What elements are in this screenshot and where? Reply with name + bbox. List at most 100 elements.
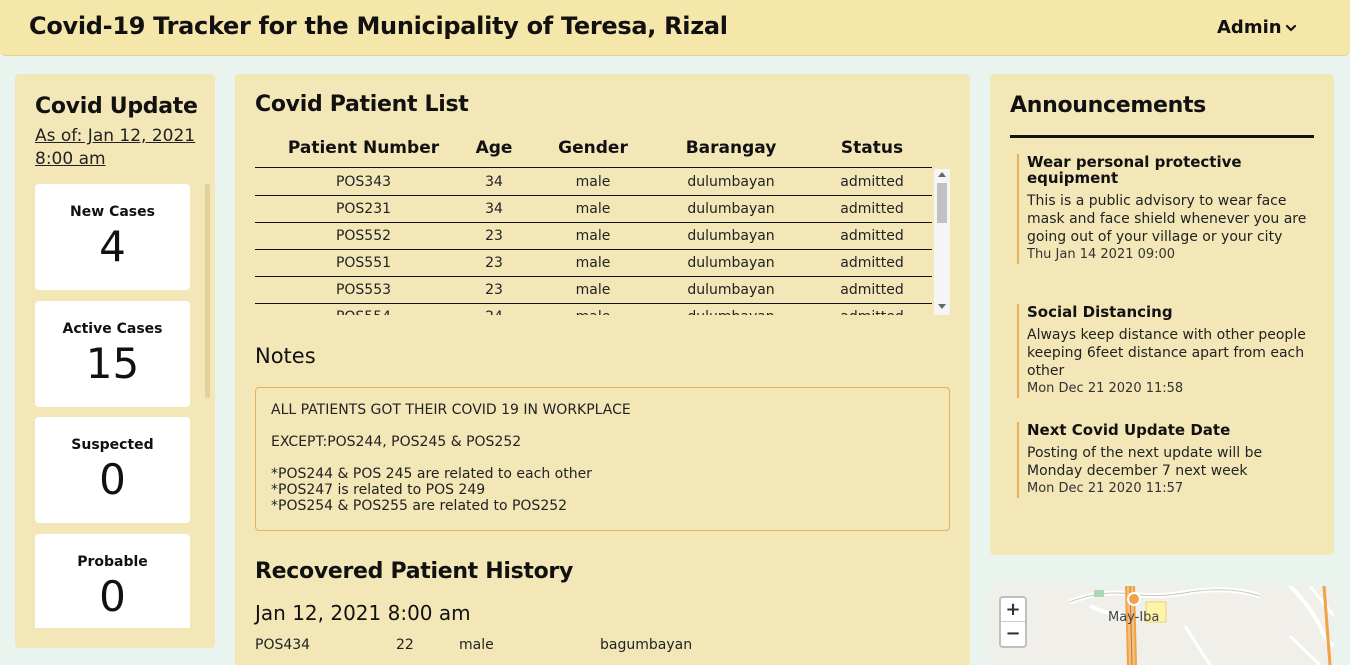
announcement-date: Thu Jan 14 2021 09:00 — [1027, 247, 1176, 262]
recovered-date: Jan 12, 2021 8:00 am — [255, 601, 471, 625]
map-zoom-control: + − — [999, 596, 1027, 648]
stat-card-suspected: Suspected 0 — [35, 417, 190, 523]
announcements-title: Announcements — [1010, 93, 1206, 118]
table-row[interactable]: POS552 23 male dulumbayan admitted — [255, 223, 932, 250]
map-view[interactable]: + − May-Iba — [990, 586, 1334, 665]
table-row[interactable]: POS343 34 male dulumbayan admitted — [255, 169, 932, 196]
main-panel: Covid Patient List Patient Number Age Ge… — [235, 74, 970, 665]
stat-label: Suspected — [71, 437, 154, 453]
map-tiles — [990, 586, 1334, 665]
announcement-title: Next Covid Update Date — [1027, 421, 1231, 439]
notes-line: *POS254 & POS255 are related to POS252 — [271, 498, 568, 514]
table-row[interactable]: POS231 34 male dulumbayan admitted — [255, 196, 932, 223]
zoom-out-button[interactable]: − — [1001, 622, 1025, 646]
stat-card-probable: Probable 0 — [35, 534, 190, 628]
table-cell: admitted — [840, 255, 904, 271]
scrollbar-thumb[interactable] — [937, 183, 947, 223]
table-row[interactable]: POS551 23 male dulumbayan admitted — [255, 250, 932, 277]
chevron-down-icon — [1285, 24, 1296, 31]
patient-table-header: Patient Number Age Gender Barangay Statu… — [255, 138, 932, 168]
table-cell: admitted — [840, 228, 904, 244]
announcement-date: Mon Dec 21 2020 11:57 — [1027, 481, 1184, 496]
table-cell: male — [575, 228, 611, 244]
zoom-in-button[interactable]: + — [1001, 598, 1025, 622]
table-cell: male — [575, 201, 611, 217]
admin-menu-label: Admin — [1217, 17, 1282, 38]
column-header: Barangay — [685, 138, 777, 158]
table-cell: dulumbayan — [687, 201, 775, 217]
patient-table-body[interactable]: POS343 34 male dulumbayan admitted POS231 34 ma… — [255, 169, 932, 315]
notes-line: ALL PATIENTS GOT THEIR COVID 19 IN WORKP… — [271, 402, 631, 418]
column-header: Age — [475, 138, 513, 158]
table-cell: male — [575, 282, 611, 298]
table-cell: 24 — [459, 309, 529, 315]
announcement-title: Social Distancing — [1027, 303, 1173, 321]
table-cell: 34 — [485, 174, 503, 190]
table-cell: dulumbayan — [687, 228, 775, 244]
announcement-item[interactable]: Wear personal protective equipment This … — [1017, 154, 1307, 264]
notes-line: *POS244 & POS 245 are related to each ot… — [271, 466, 592, 482]
column-header: Gender — [558, 138, 628, 158]
notes-spacer — [271, 418, 934, 434]
announcements-divider — [1010, 135, 1314, 138]
table-row[interactable]: POS554 24 male dulumbayan admitted — [255, 304, 932, 315]
column-header: Status — [840, 138, 904, 158]
notes-line: EXCEPT:POS244, POS245 & POS252 — [271, 434, 522, 450]
notes-spacer — [271, 450, 934, 466]
announcement-item[interactable]: Next Covid Update Date Posting of the ne… — [1017, 422, 1307, 498]
notes-line: *POS247 is related to POS 249 — [271, 482, 486, 498]
stat-card-new-cases: New Cases 4 — [35, 184, 190, 290]
table-cell: POS231 — [335, 201, 392, 217]
app-title: Covid-19 Tracker for the Municipality of… — [29, 12, 728, 40]
stats-list[interactable]: New Cases 4 Active Cases 15 Suspected 0 … — [35, 184, 195, 628]
covid-update-title: Covid Update — [35, 94, 198, 119]
stat-value: 0 — [99, 455, 126, 504]
table-cell: POS554 — [281, 309, 446, 315]
recovered-row: POS434 22 male bagumbayan — [255, 637, 932, 657]
stats-scrollbar[interactable] — [205, 184, 210, 398]
stat-value: 15 — [85, 339, 140, 388]
stat-value: 4 — [99, 222, 126, 271]
recovered-gender: male — [459, 637, 494, 653]
table-cell: POS551 — [335, 255, 392, 271]
table-cell: dulumbayan — [687, 282, 775, 298]
table-cell: admitted — [840, 201, 904, 217]
map-place-label: May-Iba — [1108, 610, 1160, 625]
table-cell: dulumbayan — [687, 174, 775, 190]
stat-card-active-cases: Active Cases 15 — [35, 301, 190, 407]
table-row[interactable]: POS553 23 male dulumbayan admitted — [255, 277, 932, 304]
column-header: Patient Number — [287, 138, 440, 158]
notes-box: ALL PATIENTS GOT THEIR COVID 19 IN WORKP… — [255, 387, 950, 531]
recovered-number: POS434 — [255, 637, 311, 653]
table-cell: admitted — [822, 309, 922, 315]
table-cell: POS343 — [335, 174, 392, 190]
scroll-down-icon[interactable] — [938, 304, 946, 309]
announcements-panel: Announcements Wear personal protective e… — [990, 74, 1334, 555]
scroll-up-icon[interactable] — [938, 172, 946, 177]
stat-label: Probable — [77, 554, 148, 570]
notes-title: Notes — [255, 344, 316, 368]
table-cell: 34 — [485, 201, 503, 217]
stat-label: New Cases — [70, 204, 155, 220]
announcement-item[interactable]: Social Distancing Always keep distance w… — [1017, 304, 1307, 398]
announcement-body: Always keep distance with other people k… — [1027, 327, 1306, 379]
announcement-body: This is a public advisory to wear face m… — [1027, 193, 1307, 245]
table-cell: male — [543, 309, 643, 315]
recovered-barangay: bagumbayan — [600, 637, 693, 653]
stat-value: 0 — [99, 572, 126, 621]
as-of-date: As of: Jan 12, 2021 8:00 am — [35, 126, 196, 169]
admin-user-menu[interactable]: Admin — [1217, 17, 1297, 38]
announcement-title: Wear personal protective equipment — [1027, 153, 1242, 187]
table-cell: 23 — [485, 255, 503, 271]
table-cell: 23 — [485, 282, 503, 298]
stat-label: Active Cases — [62, 321, 163, 337]
table-cell: admitted — [840, 282, 904, 298]
announcement-body: Posting of the next update will be Monda… — [1027, 445, 1263, 479]
table-cell: dulumbayan — [671, 309, 791, 315]
table-cell: POS552 — [335, 228, 392, 244]
table-cell: 23 — [485, 228, 503, 244]
table-cell: admitted — [840, 174, 904, 190]
patient-table-scrollbar[interactable] — [934, 169, 950, 315]
patient-list-title: Covid Patient List — [255, 92, 469, 117]
table-cell: male — [575, 255, 611, 271]
